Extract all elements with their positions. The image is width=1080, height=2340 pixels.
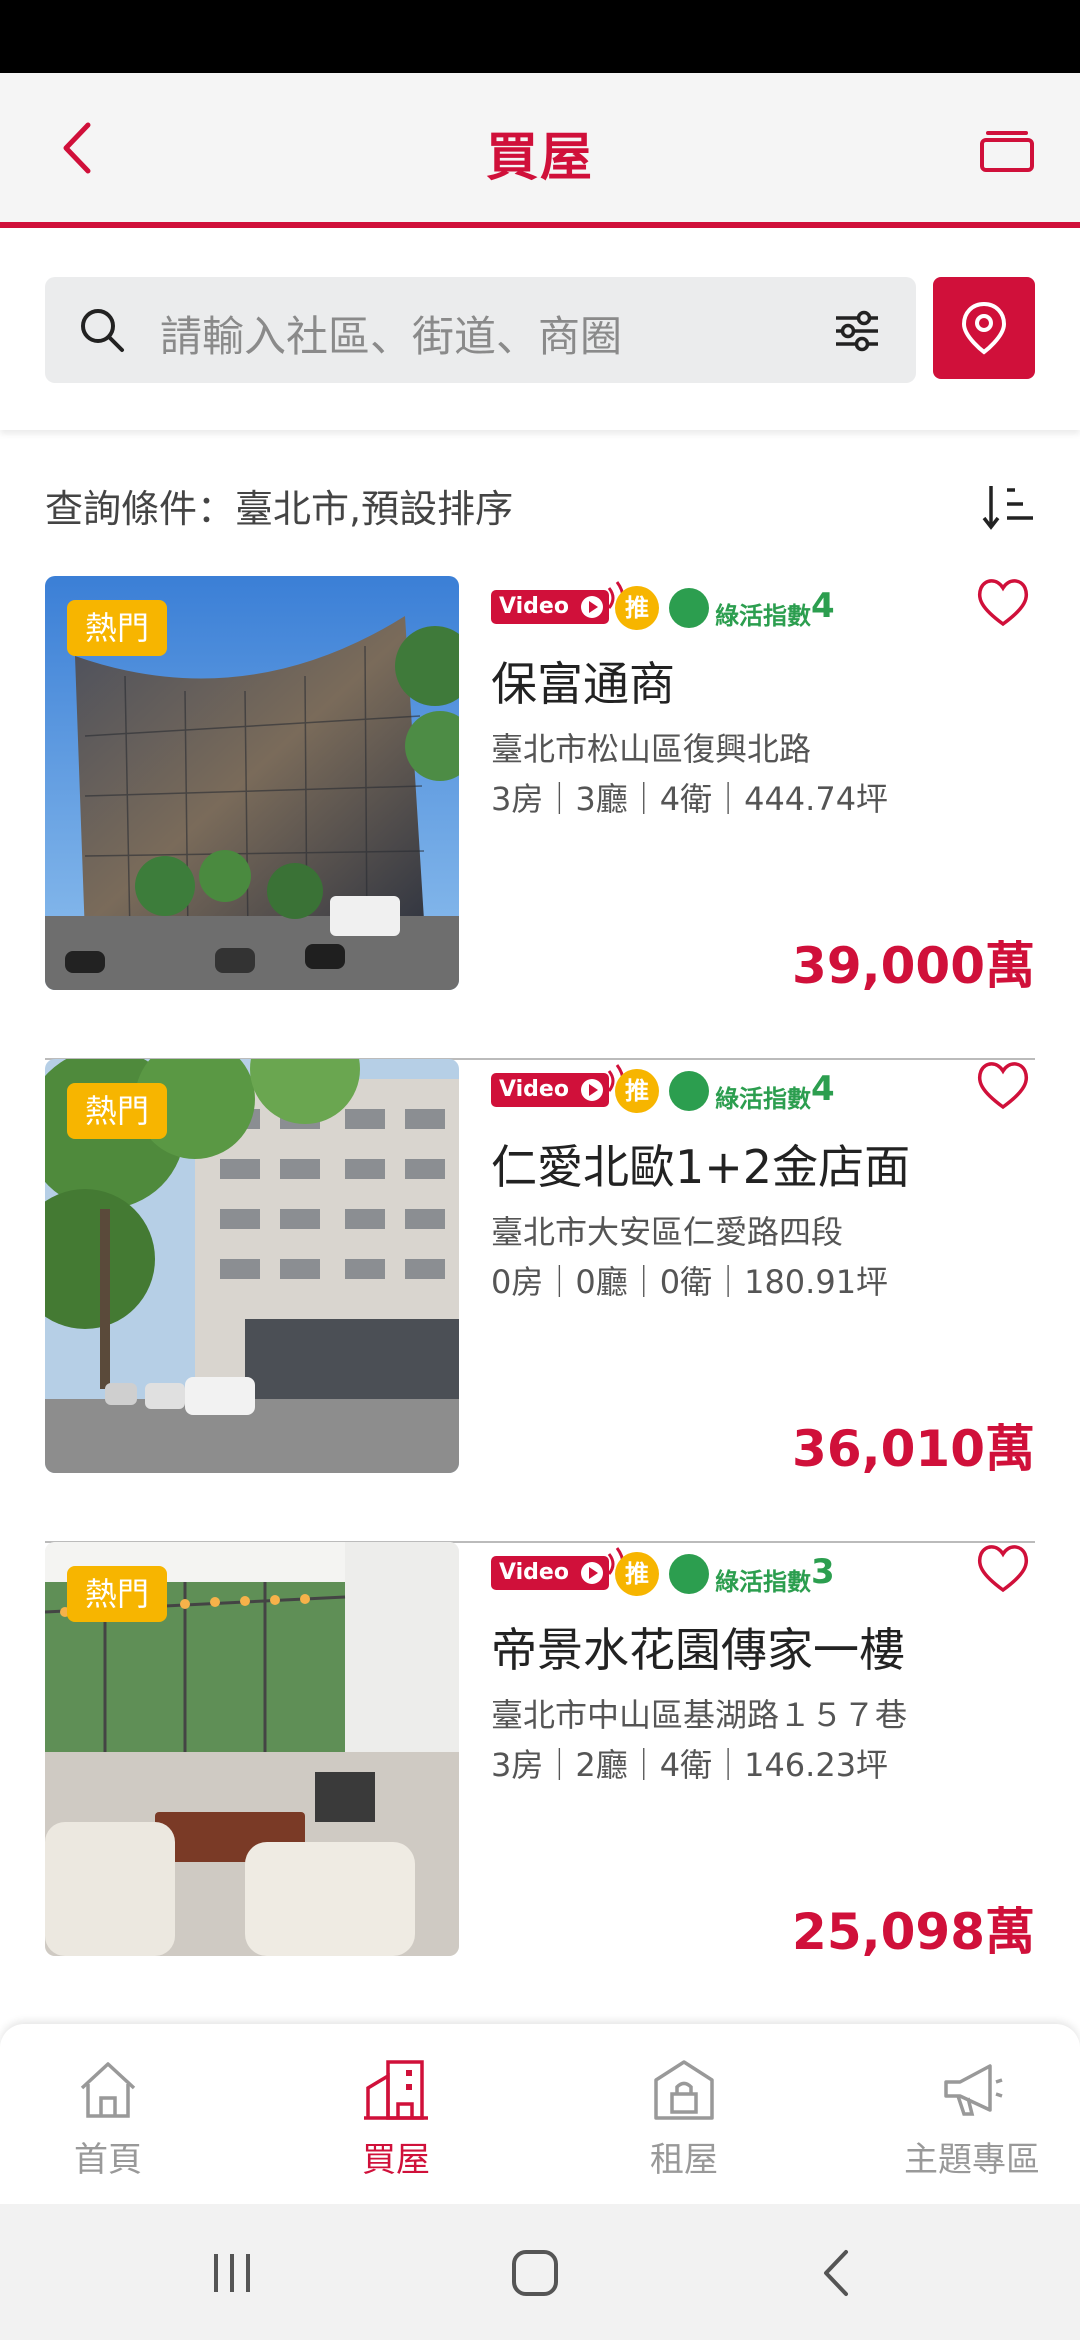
sort-icon[interactable] (981, 482, 1035, 532)
search-placeholder: 請輸入社區、街道、商圈 (160, 312, 623, 361)
map-pin-icon (961, 301, 1007, 355)
listing-specs: 0房｜0廳｜0衛｜180.91坪 (491, 1263, 889, 1301)
query-conditions: 查詢條件：臺北市,預設排序 (45, 487, 514, 531)
building-icon (364, 2060, 428, 2120)
status-bar (0, 0, 1080, 73)
green-index-tag: 綠活指數 3 (669, 1550, 835, 1598)
green-index-score: 3 (811, 1552, 835, 1592)
filter-icon[interactable] (832, 306, 882, 356)
tabs-icon[interactable] (976, 118, 1040, 182)
map-button[interactable] (933, 277, 1035, 379)
listing-price: 36,010萬 (792, 1420, 1035, 1478)
video-tag: Video (491, 590, 609, 624)
hot-badge: 熱門 (67, 600, 167, 656)
bottom-nav: 首頁 買屋 租屋 主題專區 (0, 2024, 1080, 2204)
nav-rent[interactable]: 租屋 (584, 2056, 784, 2186)
system-back-icon[interactable] (808, 2246, 868, 2300)
favorite-heart-icon[interactable] (975, 1059, 1031, 1111)
play-icon (581, 1562, 603, 1584)
recommend-badge: 推 (615, 1069, 659, 1113)
listing-photo[interactable]: 熱門 (45, 1059, 459, 1473)
home-icon (80, 2062, 136, 2118)
favorite-heart-icon[interactable] (975, 1542, 1031, 1594)
search-input[interactable]: 請輸入社區、街道、商圈 (45, 277, 916, 383)
nav-home[interactable]: 首頁 (8, 2056, 208, 2186)
listing-card[interactable]: 熱門 Video 推 綠活指數 3 帝景水花園傳家一樓 臺北市中山區基湖路１５７… (45, 1542, 1035, 2026)
play-icon (581, 596, 603, 618)
green-index-tag: 綠活指數 4 (669, 1067, 835, 1115)
query-row: 查詢條件：臺北市,預設排序 (45, 478, 1035, 538)
listing-address: 臺北市中山區基湖路１５７巷 (491, 1696, 908, 1734)
listing-photo[interactable]: 熱門 (45, 576, 459, 990)
video-tag: Video (491, 1556, 609, 1590)
system-nav-bar (0, 2204, 1080, 2340)
nav-topics[interactable]: 主題專區 (872, 2056, 1072, 2186)
megaphone-icon (944, 2064, 1003, 2116)
listing-card[interactable]: 熱門 Video 推 綠活指數 4 仁愛北歐1+2金店面 臺北市大安區仁愛路四段… (45, 1059, 1035, 1543)
listing-specs: 3房｜2廳｜4衛｜146.23坪 (491, 1746, 889, 1784)
recent-apps-icon[interactable] (202, 2246, 262, 2300)
listing-name: 仁愛北歐1+2金店面 (491, 1140, 911, 1194)
page-title: 買屋 (485, 128, 594, 188)
green-index-score: 4 (811, 586, 835, 626)
listing-specs: 3房｜3廳｜4衛｜444.74坪 (491, 780, 889, 818)
listing-name: 帝景水花園傳家一樓 (491, 1623, 905, 1677)
favorite-heart-icon[interactable] (975, 576, 1031, 628)
hot-badge: 熱門 (67, 1566, 167, 1622)
search-icon (81, 309, 124, 352)
listing-name: 保富通商 (491, 657, 675, 711)
listing-photo[interactable]: 熱門 (45, 1542, 459, 1956)
leaf-icon (669, 588, 709, 628)
leaf-icon (669, 1554, 709, 1594)
listing-price: 25,098萬 (792, 1903, 1035, 1961)
play-icon (581, 1079, 603, 1101)
listing-address: 臺北市松山區復興北路 (491, 730, 812, 768)
listing-address: 臺北市大安區仁愛路四段 (491, 1213, 844, 1251)
house-lock-icon (654, 2060, 714, 2120)
green-index-tag: 綠活指數 4 (669, 584, 835, 632)
nav-buy[interactable]: 買屋 (296, 2056, 496, 2186)
listing-card[interactable]: 熱門 Video 推 綠活指數 4 保富通商 臺北市松山區復興北路 3房｜3廳｜… (45, 576, 1035, 1060)
hot-badge: 熱門 (67, 1083, 167, 1139)
listing-price: 39,000萬 (792, 937, 1035, 995)
top-nav: 買屋 (0, 73, 1080, 228)
recommend-badge: 推 (615, 1552, 659, 1596)
recommend-badge: 推 (615, 586, 659, 630)
home-button-icon[interactable] (505, 2246, 565, 2300)
green-index-score: 4 (811, 1069, 835, 1109)
leaf-icon (669, 1071, 709, 1111)
video-tag: Video (491, 1073, 609, 1107)
search-area: 請輸入社區、街道、商圈 (0, 228, 1080, 430)
